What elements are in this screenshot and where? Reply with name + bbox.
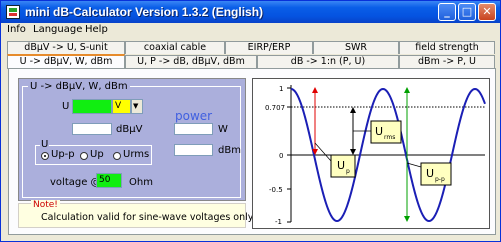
dbuv-unit-label: dBµV	[116, 124, 143, 135]
radio-up[interactable]	[80, 152, 88, 160]
power-dbm-unit: dBm	[218, 145, 241, 156]
radio-up-label[interactable]: Up	[90, 149, 104, 160]
up-label: U	[337, 159, 345, 172]
power-heading: power	[175, 109, 213, 123]
tick-0: 0	[279, 152, 283, 160]
power-dbm-output	[174, 144, 213, 156]
urms-label: U	[375, 125, 383, 138]
tick-minus-1: -1	[275, 218, 282, 226]
dbuv-output	[72, 123, 112, 135]
close-button[interactable]: ✕	[478, 3, 496, 21]
power-w-unit: W	[218, 124, 228, 135]
tab-u-to-dbuv[interactable]: U -> dBµV, W, dBm	[7, 54, 125, 69]
u-type-group-title: U	[40, 139, 50, 150]
u-label: U	[62, 101, 70, 112]
menu-help[interactable]: Help	[85, 24, 108, 35]
tab-db-to-ratio[interactable]: dB -> 1:n (P, U)	[257, 55, 399, 68]
menu-info[interactable]: Info	[7, 24, 26, 35]
radio-upp-label[interactable]: Up-p	[51, 149, 75, 160]
radio-urms-label[interactable]: Urms	[123, 149, 149, 160]
tab-dbm-to-p-u[interactable]: dBm -> P, U	[399, 55, 495, 68]
minimize-button[interactable]: _	[438, 3, 456, 21]
note-text: Calculation valid for sine-wave voltages…	[41, 212, 258, 223]
upp-label: U	[426, 167, 434, 180]
sine-wave-diagram: 1 0.707 0 -0.5 -1 U rms U p U p-p	[252, 78, 490, 229]
y-ticks	[287, 87, 291, 223]
impedance-input[interactable]: 50	[96, 173, 122, 188]
sine-wave-svg: 1 0.707 0 -0.5 -1 U rms U p U p-p	[265, 85, 486, 226]
radio-upp[interactable]	[41, 152, 49, 160]
tick-minus-05: -0.5	[269, 186, 283, 194]
menu-bar: Info Language Help	[1, 23, 500, 38]
group-title: U -> dBµV, W, dBm	[28, 81, 130, 92]
tab-u-p-to-db[interactable]: U, P -> dB, dBµV, dBm	[125, 55, 257, 68]
tab-swr[interactable]: SWR	[313, 41, 399, 54]
title-bar[interactable]: mini dB-Calculator Version 1.3.2 (Englis…	[1, 1, 500, 23]
tick-1: 1	[279, 85, 283, 93]
tab-field-strength[interactable]: field strength	[399, 41, 495, 54]
unit-select[interactable]: V	[112, 99, 131, 114]
maximize-button[interactable]: □	[458, 3, 476, 21]
menu-language[interactable]: Language	[33, 24, 82, 35]
radio-urms[interactable]	[113, 152, 121, 160]
tick-0707: 0.707	[265, 104, 285, 112]
urms-label-sub: rms	[384, 134, 395, 141]
app-window: mini dB-Calculator Version 1.3.2 (Englis…	[0, 0, 501, 242]
tab-coaxial-cable[interactable]: coaxial cable	[125, 41, 225, 54]
unit-dropdown-arrow[interactable]: ▼	[131, 99, 143, 114]
power-w-output	[174, 123, 213, 135]
window-title: mini dB-Calculator Version 1.3.2 (Englis…	[25, 5, 264, 19]
impedance-unit: Ohm	[129, 177, 153, 188]
voltage-input[interactable]	[72, 99, 112, 114]
upp-label-sub: p-p	[435, 176, 445, 183]
up-label-sub: p	[346, 168, 350, 175]
tab-dbuv-to-u[interactable]: dBµV -> U, S-unit	[7, 41, 125, 54]
app-icon[interactable]	[6, 5, 20, 19]
voltage-impedance-label: voltage @	[50, 177, 101, 188]
note-title: Note!	[31, 200, 60, 210]
tab-eirp-erp[interactable]: EIRP/ERP	[225, 41, 313, 54]
